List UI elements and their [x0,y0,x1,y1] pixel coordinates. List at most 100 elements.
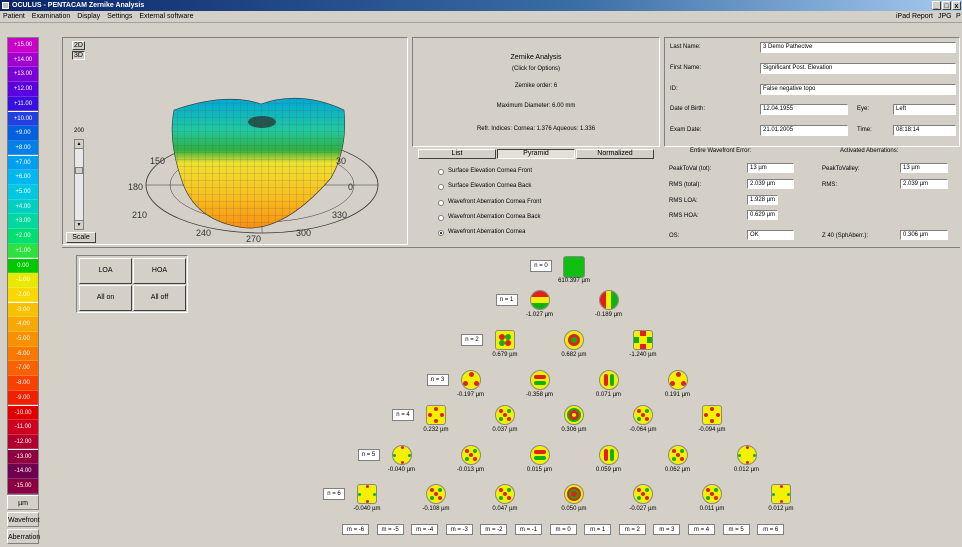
pattern-shape [464,457,469,461]
zernike-term-icon[interactable] [529,445,550,465]
hoa-button[interactable]: HOA [133,258,186,284]
zernike-term-icon[interactable] [391,445,412,465]
axis-label-0: 0 [348,182,353,192]
slider-up-arrow-icon[interactable]: ▲ [75,140,83,149]
2d-button[interactable]: 2D [72,41,85,50]
menu-display[interactable]: Display [77,13,100,20]
axis-label-150: 150 [150,156,165,166]
radio-wavefront-cornea[interactable] [438,230,444,236]
menu-p[interactable]: P [956,11,961,22]
label-surface-front[interactable]: Surface Elevation Cornea Front [448,168,532,174]
zernike-term-icon[interactable] [495,330,515,350]
loa-button[interactable]: LOA [79,258,132,284]
zernike-term-icon[interactable] [529,290,550,310]
zernike-term-icon[interactable] [702,405,722,425]
zernike-term-icon[interactable] [598,445,619,465]
aberration-button[interactable]: Aberration [7,529,40,544]
pattern-shape [679,449,684,453]
menu-examination[interactable]: Examination [32,13,71,20]
zernike-term-icon[interactable] [460,445,481,465]
zernike-term-icon[interactable] [771,484,791,504]
3d-surface-plot[interactable]: 150 30 180 0 210 330 240 270 300 [86,40,406,244]
exam-date-field[interactable]: 21.01.2005 [760,125,848,136]
zernike-term-icon[interactable] [564,484,584,504]
3d-button[interactable]: 3D [72,51,85,60]
radio-wavefront-back[interactable] [438,215,444,221]
menu-patient[interactable]: Patient [3,13,25,20]
all-off-button[interactable]: All off [133,285,186,311]
scale-cell: -2.00 [8,287,38,303]
zernike-term-icon[interactable] [736,445,757,465]
pattern-shape [710,407,714,411]
tab-list[interactable]: List [418,149,496,159]
unit-um-button[interactable]: µm [7,495,39,510]
label-wavefront-back[interactable]: Wavefront Aberration Cornea Back [448,214,541,220]
zernike-term-icon[interactable] [667,370,688,390]
label-surface-back[interactable]: Surface Elevation Cornea Back [448,183,531,189]
menu-ipad-report[interactable]: iPad Report [896,11,933,22]
zernike-term-icon[interactable] [563,256,585,278]
scale-cell: -3.00 [8,302,38,318]
zernike-term-icon[interactable] [495,484,515,504]
id-field[interactable]: False negative topo [760,84,956,95]
pattern-shape [499,488,503,492]
menu-jpg[interactable]: JPG [938,11,952,22]
radio-surface-front[interactable] [438,169,444,175]
slider-thumb[interactable] [75,167,83,174]
zernike-term-icon[interactable] [495,405,515,425]
zernike-term-icon[interactable] [460,370,481,390]
zernike-term-icon[interactable] [598,290,619,310]
zernike-term-icon[interactable] [633,330,653,350]
n-order-label: n = 2 [461,334,483,346]
first-name-field[interactable]: Significant Post. Elevation [760,63,956,74]
maximize-button[interactable]: □ [942,1,951,10]
eye-field[interactable]: Left [893,104,956,115]
zernike-coefficient: -0.108 µm [422,506,450,512]
pattern-shape [533,450,546,454]
close-button[interactable]: x [952,1,961,10]
axis-label-180: 180 [128,182,143,192]
zoom-slider[interactable]: ▲ ▼ [74,139,84,230]
zernike-term-icon[interactable] [357,484,377,504]
zernike-term-icon[interactable] [702,484,722,504]
options-link[interactable]: (Click for Options) [412,66,660,72]
zernike-term-icon[interactable] [529,370,550,390]
zernike-coefficient: 0.071 µm [595,392,622,398]
menu-external-software[interactable]: External software [139,13,193,20]
app-icon [2,2,9,9]
zernike-term-icon[interactable] [426,484,446,504]
tab-normalized[interactable]: Normalized [576,149,654,159]
time-field[interactable]: 08:18:14 [893,125,956,136]
slider-down-arrow-icon[interactable]: ▼ [75,220,83,229]
all-on-button[interactable]: All on [79,285,132,311]
label-wavefront-front[interactable]: Wavefront Aberration Cornea Front [448,199,541,205]
zernike-term-icon[interactable] [426,405,446,425]
zernike-term-icon[interactable] [633,405,653,425]
radio-wavefront-front[interactable] [438,200,444,206]
last-name-field[interactable]: 3 Demo Pathectve [760,42,956,53]
pattern-shape [772,493,775,496]
pattern-shape [407,454,411,457]
pattern-shape [637,496,641,500]
minimize-button[interactable]: _ [932,1,941,10]
zernike-term-icon[interactable] [564,405,584,425]
label-wavefront-cornea[interactable]: Wavefront Aberration Cornea [448,229,525,235]
dob-field[interactable]: 12.04.1955 [760,104,848,115]
pattern-shape [499,417,503,421]
zernike-coefficient: 0.050 µm [561,506,587,512]
menu-settings[interactable]: Settings [107,13,132,20]
radio-surface-back[interactable] [438,184,444,190]
zernike-term-icon[interactable] [667,445,688,465]
pattern-shape [462,381,468,386]
zernike-term-icon[interactable] [598,370,619,390]
activated-z40-value: 0.306 µm [900,230,948,240]
zernike-term-icon[interactable] [633,484,653,504]
wavefront-button[interactable]: Wavefront [7,512,40,527]
activated-ptv-label: PeakToValley: [822,166,860,172]
pattern-shape [745,461,749,464]
pattern-shape [366,485,369,488]
zernike-term-icon[interactable] [564,330,584,350]
tab-pyramid[interactable]: Pyramid [497,149,575,159]
pattern-shape [358,493,361,496]
pattern-shape [640,331,646,336]
